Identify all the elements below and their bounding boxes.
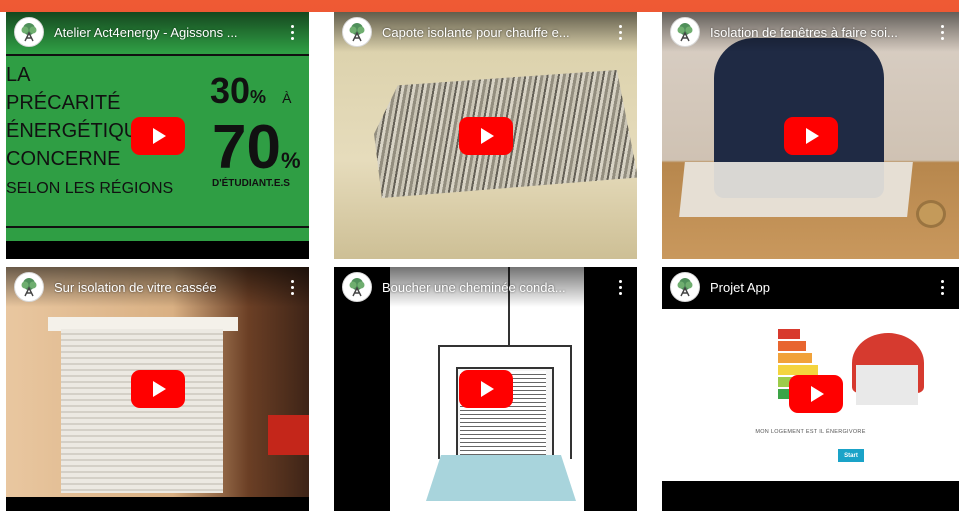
- play-button[interactable]: [130, 370, 185, 408]
- play-button[interactable]: [783, 116, 838, 155]
- play-icon: [480, 381, 494, 397]
- more-options-icon[interactable]: [611, 20, 629, 44]
- channel-avatar[interactable]: [14, 17, 44, 47]
- video-header: Boucher une cheminée conda...: [334, 267, 637, 307]
- video-card-1[interactable]: LA PRÉCARITÉ ÉNERGÉTIQUE CONCERNE SELON …: [6, 12, 309, 259]
- poster-line-5: SELON LES RÉGIONS: [6, 180, 174, 197]
- play-icon: [152, 127, 166, 144]
- poster-pct-1-value: 30: [210, 70, 251, 111]
- video-title[interactable]: Sur isolation de vitre cassée: [54, 280, 277, 295]
- video-header: Projet App: [662, 267, 959, 307]
- tree-logo-icon: [677, 278, 693, 297]
- more-options-icon[interactable]: [933, 20, 951, 44]
- poster-pct-1: 30% À: [210, 70, 291, 112]
- red-cushion-image: [268, 415, 309, 455]
- video-header: Isolation de fenêtres à faire soi...: [662, 12, 959, 52]
- channel-avatar[interactable]: [342, 17, 372, 47]
- poster-rule-top: [6, 54, 309, 56]
- video-title[interactable]: Atelier Act4energy - Agissons ...: [54, 25, 277, 40]
- more-options-icon[interactable]: [933, 275, 951, 299]
- poster-students: D'ÉTUDIANT.E.S: [212, 178, 290, 189]
- play-button[interactable]: [130, 116, 185, 155]
- poster-to: À: [282, 90, 292, 106]
- app-caption: MON LOGEMENT EST IL ÉNERGIVORE: [755, 429, 866, 435]
- video-card-5[interactable]: Boucher une cheminée conda...: [334, 267, 637, 511]
- video-grid: LA PRÉCARITÉ ÉNERGÉTIQUE CONCERNE SELON …: [0, 12, 959, 511]
- tree-logo-icon: [21, 278, 37, 297]
- play-button[interactable]: [789, 374, 844, 413]
- play-button[interactable]: [458, 370, 513, 408]
- poster-pct-2: 70%: [212, 112, 301, 183]
- video-card-3[interactable]: Isolation de fenêtres à faire soi...: [662, 12, 959, 259]
- more-options-icon[interactable]: [283, 20, 301, 44]
- play-icon: [480, 127, 494, 144]
- video-card-4[interactable]: Sur isolation de vitre cassée: [6, 267, 309, 511]
- poster-pct-2-value: 70: [212, 113, 281, 182]
- tree-logo-icon: [349, 278, 365, 297]
- video-header: Sur isolation de vitre cassée: [6, 267, 309, 307]
- hearth-floor: [426, 455, 576, 501]
- channel-avatar[interactable]: [342, 272, 372, 302]
- play-icon: [811, 385, 825, 402]
- house-image: [856, 365, 918, 405]
- play-icon: [152, 381, 166, 397]
- play-icon: [805, 127, 819, 144]
- channel-avatar[interactable]: [670, 17, 700, 47]
- video-header: Capote isolante pour chauffe e...: [334, 12, 637, 52]
- poster-pct-1-unit: %: [250, 87, 267, 107]
- poster-pct-2-unit: %: [280, 148, 301, 173]
- thumbnail-bottom-bar: [6, 497, 309, 511]
- start-button-preview: Start: [838, 449, 864, 462]
- video-title[interactable]: Boucher une cheminée conda...: [382, 280, 605, 295]
- channel-avatar[interactable]: [14, 272, 44, 302]
- tape-roll-image: [916, 200, 946, 228]
- poster-rule-bottom: [6, 226, 309, 228]
- video-title[interactable]: Projet App: [710, 280, 927, 295]
- poster-line-2: PRÉCARITÉ: [6, 92, 121, 114]
- tree-logo-icon: [677, 23, 693, 42]
- thumbnail-bottom-bar: [6, 241, 309, 259]
- video-card-2[interactable]: Capote isolante pour chauffe e...: [334, 12, 637, 259]
- video-title[interactable]: Isolation de fenêtres à faire soi...: [710, 25, 927, 40]
- channel-avatar[interactable]: [670, 272, 700, 302]
- tree-logo-icon: [349, 23, 365, 42]
- video-header: Atelier Act4energy - Agissons ...: [6, 12, 309, 52]
- window-blind-image: [61, 329, 223, 493]
- more-options-icon[interactable]: [283, 275, 301, 299]
- play-button[interactable]: [458, 116, 513, 155]
- plastic-sheet-image: [679, 162, 913, 217]
- thumbnail-bottom-bar: [662, 481, 959, 511]
- poster-line-1: LA: [6, 64, 31, 86]
- video-title[interactable]: Capote isolante pour chauffe e...: [382, 25, 605, 40]
- poster-line-4: CONCERNE: [6, 148, 121, 170]
- video-card-6[interactable]: MON LOGEMENT EST IL ÉNERGIVORE Start Pro…: [662, 267, 959, 511]
- tree-logo-icon: [21, 23, 37, 42]
- more-options-icon[interactable]: [611, 275, 629, 299]
